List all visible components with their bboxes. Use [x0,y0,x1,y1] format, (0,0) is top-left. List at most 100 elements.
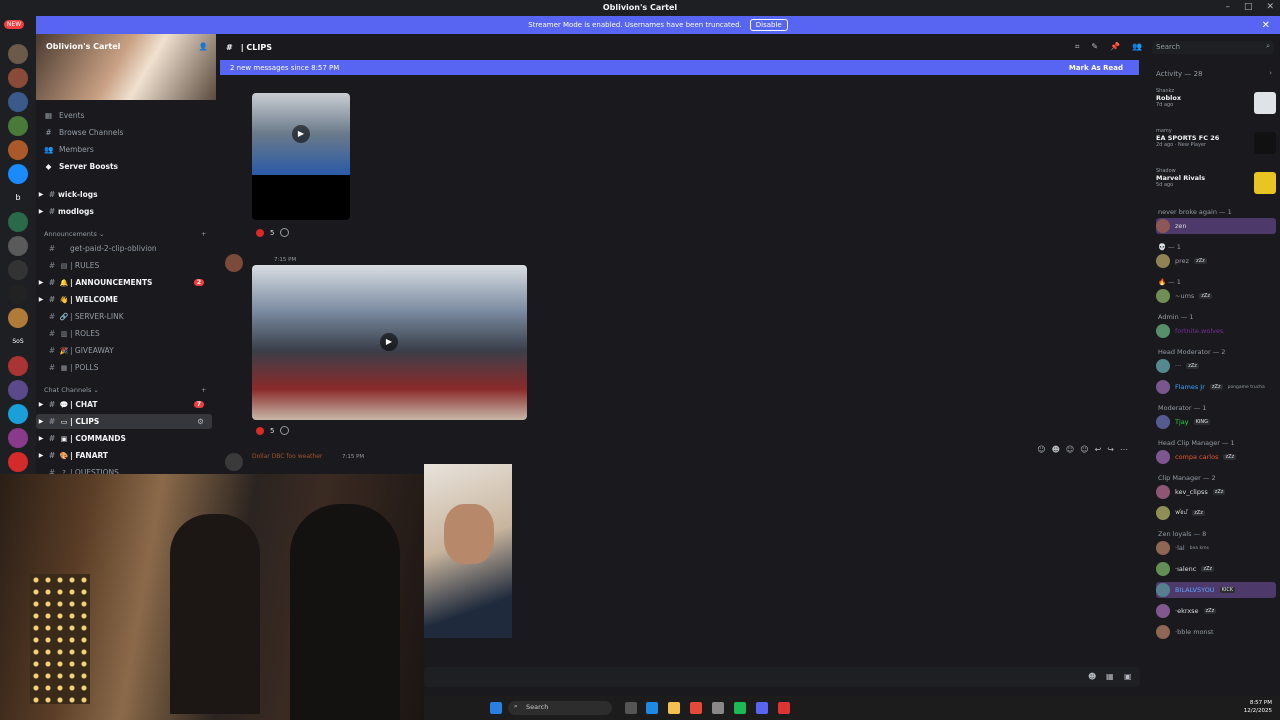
nav-members[interactable]: 👥 Members [44,142,214,156]
reaction-icon[interactable]: ☻ [1052,445,1060,454]
close-window-button[interactable]: ✕ [1266,2,1274,12]
channel-item[interactable]: # get-paid-2-clip-oblivion [36,241,212,256]
activity-item[interactable]: Shadow Marvel Rivals 5d ago [1156,168,1276,194]
nav-server-boosts[interactable]: ◆ Server Boosts [44,159,214,173]
channel-item[interactable]: ▶ # 🎨 | FANART [36,448,212,463]
member-item[interactable]: compa carlos zZz [1156,449,1276,465]
nav-browse-channels[interactable]: # Browse Channels [44,125,214,139]
activity-header[interactable]: Activity — 28 [1156,70,1203,78]
member-item[interactable]: ·lal bea kms [1156,540,1276,556]
emoji-icon[interactable]: ☻ [1088,672,1096,681]
reaction-bar[interactable]: 5 [256,228,290,237]
server-icon[interactable] [8,260,28,280]
gift-icon[interactable]: ▣ [1124,672,1132,681]
add-reaction-icon[interactable]: ☺ [1080,445,1088,454]
channel-item[interactable]: # ▤ | RULES [36,258,212,273]
discord-icon[interactable] [756,702,768,714]
member-item[interactable]: Tjay KING [1156,414,1276,430]
channel-settings-icon[interactable]: ⚙ [197,417,204,426]
pin-icon[interactable]: 📌 [1110,42,1120,52]
avatar[interactable] [225,254,243,272]
server-icon[interactable] [8,404,28,424]
reply-icon[interactable]: ↩ [1095,445,1102,454]
server-name[interactable]: Oblivion's Cartel [46,42,120,51]
member-item[interactable]: zen [1156,218,1276,234]
activity-item[interactable]: Shankz Roblox 7d ago [1156,88,1276,114]
reaction-icon[interactable]: ☺ [1037,445,1045,454]
server-icon[interactable] [8,236,28,256]
server-icon[interactable] [8,284,28,304]
server-icon[interactable] [8,308,28,328]
member-item[interactable]: prez zZz [1156,253,1276,269]
taskbar-clock[interactable]: 8:57 PM 12/2/2025 [1244,699,1272,715]
chevron-right-icon[interactable]: › [1269,69,1272,77]
member-item[interactable]: ·ıalenc zZz [1156,561,1276,577]
member-item[interactable]: kev_clipss zZz [1156,484,1276,500]
channel-item[interactable]: ▶ # ▭ | CLIPS ⚙ [36,414,212,429]
spotify-icon[interactable] [734,702,746,714]
channel-item[interactable]: # ▥ | ROLES [36,326,212,341]
taskbar-search[interactable]: ⌕ Search [508,701,612,715]
server-icon[interactable] [8,380,28,400]
server-icon[interactable] [8,68,28,88]
reaction-bar[interactable]: 5 [256,426,290,435]
windows-start-icon[interactable] [490,702,502,714]
add-channel-icon[interactable]: + [201,230,206,238]
server-icon[interactable]: SoS [8,332,28,352]
notification-icon[interactable]: ✎ [1091,42,1098,52]
task-view-icon[interactable] [625,702,637,714]
channel-wick-logs[interactable]: ▶ # wick-logs [36,187,212,202]
member-item[interactable]: BILALVSYOU KICK [1156,582,1276,598]
avatar[interactable] [225,453,243,471]
reaction-icon[interactable]: ☺ [1066,445,1074,454]
disable-streamer-mode-button[interactable]: Disable [749,19,788,31]
server-icon[interactable] [8,356,28,376]
maximize-button[interactable]: □ [1244,2,1253,12]
channel-item[interactable]: ▶ # ▣ | COMMANDS [36,431,212,446]
server-icon[interactable] [8,164,28,184]
forward-icon[interactable]: ↪ [1107,445,1114,454]
activity-item[interactable]: mamy EA SPORTS FC 26 2d ago · New Player [1156,128,1276,154]
server-icon[interactable] [8,116,28,136]
mark-as-read-button[interactable]: Mark As Read [1069,64,1123,72]
channel-item[interactable]: ▶ # 💬 | CHAT 7 [36,397,212,412]
member-list-icon[interactable]: 👥 [1132,42,1142,52]
threads-icon[interactable]: ⌗ [1075,42,1080,52]
add-reaction-icon[interactable] [280,228,290,237]
server-icon[interactable] [8,140,28,160]
channel-item[interactable]: # 🔗 | SERVER-LINK [36,309,212,324]
message-composer[interactable]: ☻ ▦ ▣ [424,667,1140,687]
add-channel-icon[interactable]: + [201,386,206,394]
member-item[interactable]: ~ums zZz [1156,288,1276,304]
member-item[interactable]: fortnite.wolves [1156,323,1276,339]
more-icon[interactable]: ⋯ [1120,445,1128,454]
video-attachment[interactable]: ▶ [252,265,527,420]
chrome-icon[interactable] [690,702,702,714]
server-icon[interactable] [8,428,28,448]
banner-close-icon[interactable]: ✕ [1262,20,1270,31]
message-author[interactable]: Dollar DBC foo weather [252,453,322,460]
server-icon[interactable] [8,92,28,112]
member-item[interactable]: ··· zZz [1156,358,1276,374]
server-icon[interactable] [8,212,28,232]
member-item[interactable]: ·ekrxse zZz [1156,603,1276,619]
edge-icon[interactable] [646,702,658,714]
nav-events[interactable]: ▦ Events [44,108,214,122]
category-announcements[interactable]: Announcements ⌄ + [44,230,206,238]
file-explorer-icon[interactable] [668,702,680,714]
minimize-button[interactable]: – [1225,2,1230,12]
member-item[interactable]: Flames Jr zZz pongame trucha [1156,379,1276,395]
play-icon[interactable]: ▶ [380,333,398,351]
server-icon[interactable] [8,452,28,472]
search-input[interactable]: Search ⌕ [1152,41,1274,54]
channel-item[interactable]: ▶ # 👋 | WELCOME [36,292,212,307]
invite-icon[interactable]: 👤 [199,42,208,51]
play-icon[interactable]: ▶ [292,125,310,143]
member-item[interactable]: ꪝꫀᦔ zZz [1156,505,1276,521]
channel-modlogs[interactable]: ▶ # modlogs [36,204,212,219]
apps-icon[interactable]: ▦ [1106,672,1114,681]
channel-item[interactable]: # ▦ | POLLS [36,360,212,375]
member-item[interactable]: ·bble monst [1156,624,1276,640]
obs-icon[interactable] [778,702,790,714]
channel-item[interactable]: # 🎉 | GIVEAWAY [36,343,212,358]
